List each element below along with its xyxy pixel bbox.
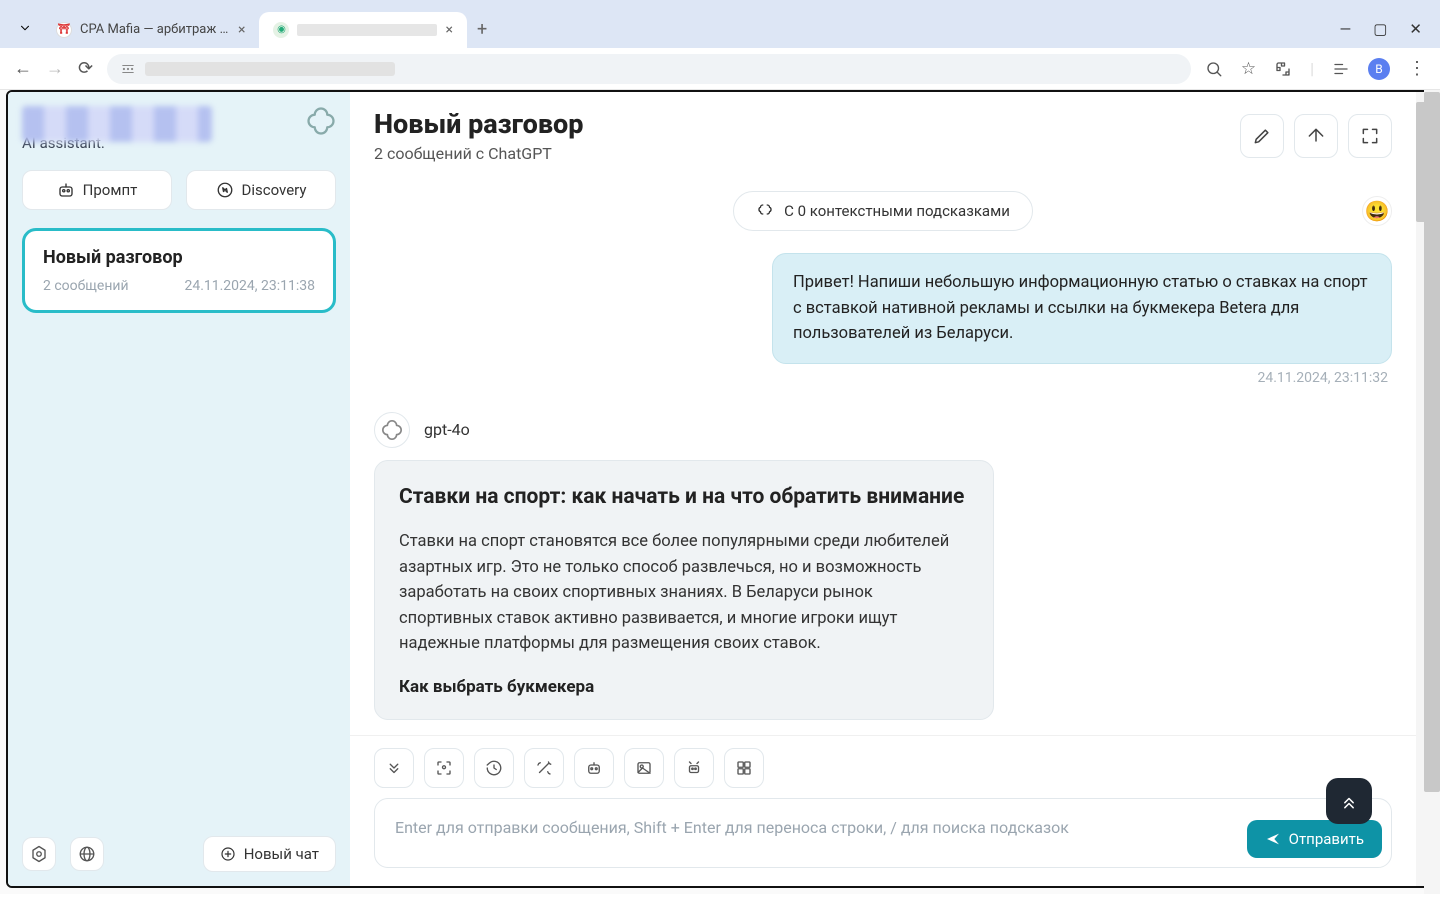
assistant-avatar-icon [374, 412, 410, 448]
chat-scroll-area[interactable]: С 0 контекстными подсказками 😃 Привет! Н… [350, 173, 1416, 735]
pencil-icon [1252, 126, 1272, 146]
main-panel: Новый разговор 2 сообщений с ChatGPT [350, 92, 1416, 886]
conversation-count: 2 сообщений [43, 278, 129, 294]
url-blurred [145, 62, 395, 76]
address-bar[interactable] [107, 54, 1191, 84]
browser-tab-strip: ⛩ CPA Mafia — арбитраж трафик × ◉ × + — … [0, 0, 1440, 48]
grid-icon [735, 759, 753, 777]
prompt-label: Промпт [83, 181, 138, 199]
expand-icon [1360, 126, 1380, 146]
chevrons-down-icon [385, 759, 403, 777]
globe-icon [78, 845, 96, 863]
plus-circle-icon [220, 846, 236, 862]
conversation-title: Новый разговор [43, 247, 315, 268]
favicon-icon: ⛩ [56, 22, 72, 38]
magic-wand-icon [535, 759, 553, 777]
openai-logo-icon [306, 106, 336, 140]
extensions-icon[interactable] [1274, 60, 1292, 78]
clock-reload-icon [485, 759, 503, 777]
browser-tab[interactable]: ⛩ CPA Mafia — арбитраж трафик × [42, 12, 259, 48]
language-button[interactable] [70, 837, 104, 871]
page-subtitle: 2 сообщений с ChatGPT [374, 144, 1224, 163]
zoom-icon[interactable] [1205, 60, 1223, 78]
tab-title: CPA Mafia — арбитраж трафик [80, 22, 230, 37]
user-message: Привет! Напиши небольшую информационную … [772, 253, 1392, 364]
brain-icon [756, 202, 774, 220]
context-hints-pill[interactable]: С 0 контекстными подсказками [733, 191, 1033, 231]
page-scrollbar[interactable] [1424, 90, 1440, 894]
window-maximize-icon[interactable]: ▢ [1373, 20, 1387, 38]
chevrons-up-icon [1339, 791, 1359, 811]
user-message-timestamp: 24.11.2024, 23:11:32 [374, 370, 1392, 386]
sidebar: AI assistant. Промпт Discovery Новый раз… [8, 92, 350, 886]
mood-emoji[interactable]: 😃 [1362, 196, 1392, 226]
favicon-icon: ◉ [273, 22, 289, 38]
bookmark-star-icon[interactable]: ☆ [1241, 59, 1256, 79]
robot-icon [57, 181, 75, 199]
window-minimize-icon[interactable]: — [1340, 20, 1352, 38]
send-label: Отправить [1289, 830, 1364, 848]
site-settings-icon [121, 62, 135, 76]
share-button[interactable] [1294, 114, 1338, 158]
page-title: Новый разговор [374, 108, 1224, 140]
window-close-icon[interactable]: ✕ [1409, 20, 1422, 38]
hex-gear-icon [30, 845, 48, 863]
share-icon [1306, 126, 1326, 146]
context-hints-label: С 0 контекстными подсказками [784, 202, 1010, 220]
tab-title-blurred [297, 24, 437, 36]
tool-expand-down[interactable] [374, 748, 414, 788]
tabs-dropdown[interactable] [8, 14, 42, 45]
reading-list-icon[interactable] [1332, 60, 1350, 78]
conversation-card[interactable]: Новый разговор 2 сообщений 24.11.2024, 2… [22, 228, 336, 313]
conversation-timestamp: 24.11.2024, 23:11:38 [184, 278, 315, 294]
app-logo-blurred [22, 106, 212, 142]
prompt-button[interactable]: Промпт [22, 170, 172, 210]
tab-close-icon[interactable]: × [238, 22, 245, 38]
assistant-message: Ставки на спорт: как начать и на что обр… [374, 460, 994, 720]
new-chat-label: Новый чат [244, 845, 319, 863]
browser-menu-icon[interactable]: ⋮ [1408, 58, 1426, 79]
send-button[interactable]: Отправить [1247, 820, 1382, 858]
profile-avatar[interactable]: В [1368, 58, 1390, 80]
nav-back-icon[interactable]: ← [14, 58, 32, 79]
photo-icon [635, 759, 653, 777]
discovery-button[interactable]: Discovery [186, 170, 336, 210]
compass-icon [216, 181, 234, 199]
assistant-model-name: gpt-4o [424, 420, 470, 439]
expand-button[interactable] [1348, 114, 1392, 158]
new-tab-button[interactable]: + [467, 11, 497, 48]
tool-robot[interactable] [574, 748, 614, 788]
settings-button[interactable] [22, 837, 56, 871]
nav-reload-icon[interactable]: ⟳ [78, 58, 93, 79]
browser-tab-active[interactable]: ◉ × [259, 12, 466, 48]
message-input[interactable]: Enter для отправки сообщения, Shift + En… [374, 798, 1392, 868]
tool-photo[interactable] [624, 748, 664, 788]
image-focus-icon [435, 759, 453, 777]
send-icon [1265, 831, 1281, 847]
tool-bot2[interactable] [674, 748, 714, 788]
nav-forward-icon[interactable]: → [46, 58, 64, 79]
new-chat-button[interactable]: Новый чат [203, 836, 336, 872]
edit-button[interactable] [1240, 114, 1284, 158]
tab-close-icon[interactable]: × [445, 22, 452, 38]
assistant-subheading: Как выбрать букмекера [399, 677, 969, 697]
discovery-label: Discovery [242, 181, 307, 199]
assistant-paragraph: Ставки на спорт становятся все более поп… [399, 529, 969, 657]
android-icon [685, 759, 703, 777]
browser-toolbar: ← → ⟳ ☆ | В ⋮ [0, 48, 1440, 90]
tool-history[interactable] [474, 748, 514, 788]
composer-toolbar [350, 735, 1416, 798]
tool-image[interactable] [424, 748, 464, 788]
tool-magic[interactable] [524, 748, 564, 788]
robot-icon [585, 759, 603, 777]
scroll-to-top-button[interactable] [1326, 778, 1372, 824]
tool-apps[interactable] [724, 748, 764, 788]
assistant-heading: Ставки на спорт: как начать и на что обр… [399, 483, 969, 511]
